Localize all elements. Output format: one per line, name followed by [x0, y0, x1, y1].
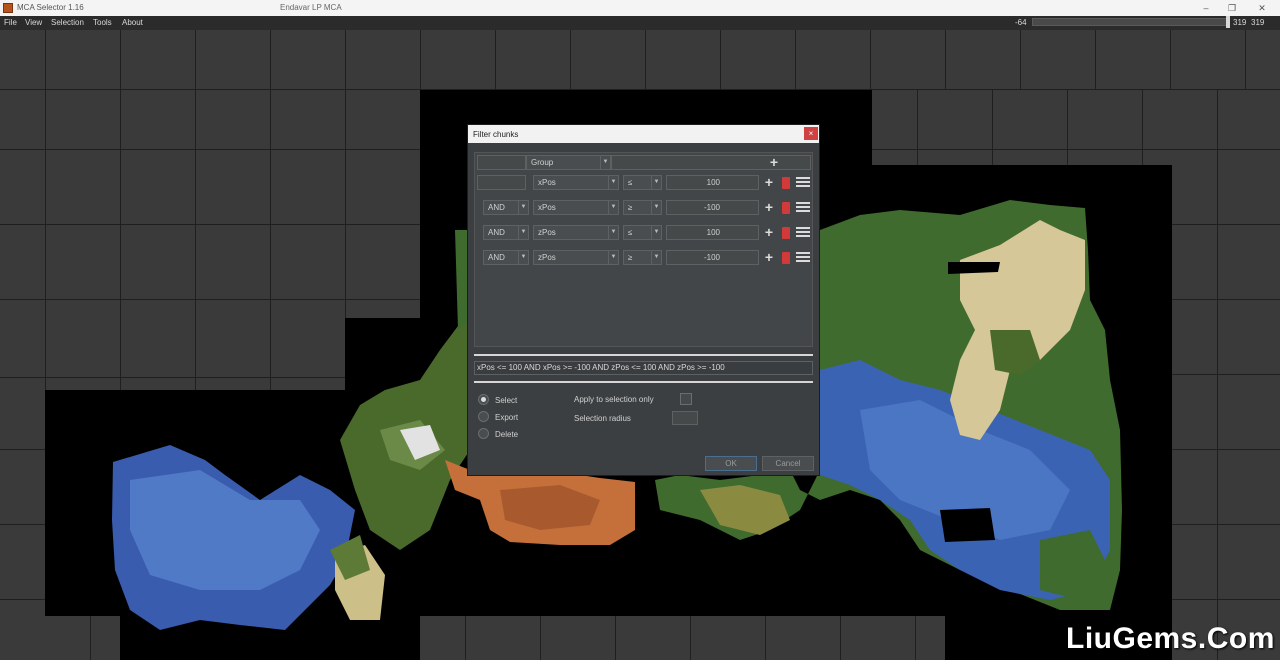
chevron-down-icon: ▼: [608, 201, 618, 214]
chevron-down-icon: ▼: [651, 251, 661, 264]
menu-tools[interactable]: Tools: [93, 18, 112, 27]
menu-about[interactable]: About: [122, 18, 143, 27]
trash-icon[interactable]: [782, 177, 790, 189]
drag-handle-icon[interactable]: [796, 202, 810, 213]
delete-radio[interactable]: [478, 428, 489, 439]
operator-dropdown[interactable]: AND ▼: [483, 250, 529, 265]
height-max-label: 319: [1251, 18, 1265, 27]
field-dropdown[interactable]: zPos ▼: [533, 225, 619, 240]
drag-handle-icon[interactable]: [796, 252, 810, 263]
app-icon: [3, 3, 13, 13]
value-input[interactable]: 100: [666, 175, 759, 190]
separator: [474, 354, 813, 356]
minimize-button[interactable]: –: [1196, 1, 1216, 15]
chevron-down-icon: ▼: [651, 176, 661, 189]
value-input[interactable]: -100: [666, 200, 759, 215]
operator-dropdown[interactable]: AND ▼: [483, 200, 529, 215]
chevron-down-icon: ▼: [518, 226, 528, 239]
separator: [474, 381, 813, 383]
chevron-down-icon: ▼: [651, 201, 661, 214]
group-operator-placeholder: [477, 155, 526, 170]
delete-label: Delete: [495, 430, 519, 439]
trash-icon[interactable]: [782, 227, 790, 239]
menu-selection[interactable]: Selection: [51, 18, 84, 27]
filter-chunks-dialog: Filter chunks × Group ▼ + xPos ▼ ≤ ▼ 100: [467, 124, 820, 476]
window-titlebar: MCA Selector 1.16 Endavar LP MCA – ❐ ✕: [0, 0, 1280, 16]
chevron-down-icon: ▼: [651, 226, 661, 239]
field-dropdown[interactable]: zPos ▼: [533, 250, 619, 265]
watermark: LiuGems.Com: [1066, 622, 1275, 655]
add-filter-icon[interactable]: +: [763, 199, 775, 215]
apply-to-selection-label: Apply to selection only: [574, 395, 654, 404]
window-close-button[interactable]: ✕: [1252, 1, 1272, 15]
chevron-down-icon: ▼: [608, 226, 618, 239]
drag-handle-icon[interactable]: [796, 177, 810, 188]
operator-dropdown[interactable]: AND ▼: [483, 225, 529, 240]
comparator-dropdown[interactable]: ≥ ▼: [623, 200, 662, 215]
operator-placeholder: [477, 175, 526, 190]
trash-icon[interactable]: [782, 252, 790, 264]
chevron-down-icon: ▼: [608, 176, 618, 189]
height-slider-thumb[interactable]: [1226, 16, 1230, 28]
chevron-down-icon: ▼: [518, 251, 528, 264]
filter-query-input[interactable]: xPos <= 100 AND xPos >= -100 AND zPos <=…: [474, 361, 813, 375]
height-slider[interactable]: [1032, 18, 1228, 26]
menu-file[interactable]: File: [4, 18, 17, 27]
chevron-down-icon: ▼: [600, 156, 610, 169]
filter-list: Group ▼ + xPos ▼ ≤ ▼ 100 + AND ▼ xPos ▼ …: [474, 152, 813, 347]
menu-view[interactable]: View: [25, 18, 42, 27]
trash-icon[interactable]: [782, 202, 790, 214]
chevron-down-icon: ▼: [518, 201, 528, 214]
export-label: Export: [495, 413, 519, 422]
window-title: Endavar LP MCA: [280, 3, 342, 12]
height-value-label: 319: [1233, 18, 1247, 27]
field-dropdown[interactable]: xPos ▼: [533, 200, 619, 215]
dialog-close-button[interactable]: ×: [804, 127, 818, 140]
ok-button[interactable]: OK: [705, 456, 757, 471]
maximize-button[interactable]: ❐: [1222, 1, 1242, 15]
apply-to-selection-checkbox[interactable]: [680, 393, 692, 405]
comparator-dropdown[interactable]: ≤ ▼: [623, 175, 662, 190]
height-min-label: -64: [1015, 18, 1027, 27]
field-dropdown[interactable]: xPos ▼: [533, 175, 619, 190]
add-filter-icon[interactable]: +: [763, 249, 775, 265]
select-label: Select: [495, 396, 518, 405]
value-input[interactable]: -100: [666, 250, 759, 265]
comparator-dropdown[interactable]: ≥ ▼: [623, 250, 662, 265]
select-radio[interactable]: [478, 394, 489, 405]
group-spacer: [611, 155, 811, 170]
chevron-down-icon: ▼: [608, 251, 618, 264]
app-name: MCA Selector 1.16: [17, 3, 84, 12]
filter-row: xPos ▼ ≤ ▼ 100 +: [475, 173, 814, 193]
value-input[interactable]: 100: [666, 225, 759, 240]
filter-row: AND ▼ zPos ▼ ≤ ▼ 100 +: [475, 223, 814, 243]
cancel-button[interactable]: Cancel: [762, 456, 814, 471]
filter-row: AND ▼ xPos ▼ ≥ ▼ -100 +: [475, 198, 814, 218]
filter-row: AND ▼ zPos ▼ ≥ ▼ -100 +: [475, 248, 814, 268]
dialog-title: Filter chunks: [473, 130, 519, 139]
selection-radius-label: Selection radius: [574, 414, 631, 423]
drag-handle-icon[interactable]: [796, 227, 810, 238]
add-filter-icon[interactable]: +: [763, 224, 775, 240]
add-filter-icon[interactable]: +: [768, 154, 780, 170]
selection-radius-input[interactable]: [672, 411, 698, 425]
dialog-titlebar: Filter chunks ×: [468, 125, 819, 143]
comparator-dropdown[interactable]: ≤ ▼: [623, 225, 662, 240]
group-row: Group ▼ +: [475, 153, 814, 173]
export-radio[interactable]: [478, 411, 489, 422]
group-type-dropdown[interactable]: Group ▼: [526, 155, 611, 170]
add-filter-icon[interactable]: +: [763, 174, 775, 190]
